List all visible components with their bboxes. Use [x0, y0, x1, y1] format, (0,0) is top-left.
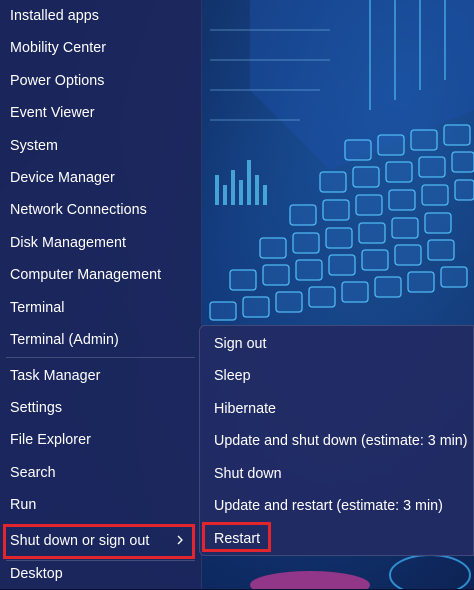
- menu-item-label: File Explorer: [10, 432, 91, 448]
- submenu-item-label: Update and shut down (estimate: 3 min): [214, 433, 468, 449]
- menu-item-terminal-admin[interactable]: Terminal (Admin): [0, 324, 201, 356]
- menu-item-installed-apps[interactable]: Installed apps: [0, 0, 201, 32]
- shut-down-highlight-box: [3, 524, 195, 559]
- menu-item-label: Installed apps: [10, 8, 99, 24]
- menu-item-label: Disk Management: [10, 235, 126, 251]
- menu-item-label: Search: [10, 465, 56, 481]
- menu-item-label: Desktop: [10, 566, 63, 582]
- submenu-item-shut-down[interactable]: Shut down: [200, 458, 474, 490]
- menu-item-settings[interactable]: Settings: [0, 392, 201, 424]
- menu-item-mobility-center[interactable]: Mobility Center: [0, 32, 201, 64]
- menu-item-power-options[interactable]: Power Options: [0, 65, 201, 97]
- menu-item-label: Computer Management: [10, 267, 162, 283]
- restart-highlight-box: [202, 522, 271, 552]
- submenu-item-hibernate[interactable]: Hibernate: [200, 393, 474, 425]
- submenu-item-label: Shut down: [214, 466, 282, 482]
- menu-item-terminal[interactable]: Terminal: [0, 292, 201, 324]
- menu-item-search[interactable]: Search: [0, 457, 201, 489]
- menu-item-label: Event Viewer: [10, 105, 95, 121]
- submenu-item-sign-out[interactable]: Sign out: [200, 328, 474, 360]
- menu-item-computer-management[interactable]: Computer Management: [0, 259, 201, 291]
- menu-item-label: Task Manager: [10, 368, 101, 384]
- submenu-item-label: Sign out: [214, 336, 267, 352]
- menu-item-desktop[interactable]: Desktop: [0, 558, 201, 590]
- menu-item-label: Mobility Center: [10, 40, 107, 56]
- submenu-item-label: Update and restart (estimate: 3 min): [214, 498, 443, 514]
- menu-item-label: Terminal (Admin): [10, 332, 119, 348]
- menu-item-task-manager[interactable]: Task Manager: [0, 360, 201, 392]
- submenu-item-label: Hibernate: [214, 401, 276, 417]
- menu-item-label: Network Connections: [10, 202, 147, 218]
- menu-item-system[interactable]: System: [0, 130, 201, 162]
- submenu-item-label: Sleep: [214, 368, 251, 384]
- menu-item-file-explorer[interactable]: File Explorer: [0, 424, 201, 456]
- menu-item-label: Power Options: [10, 73, 105, 89]
- menu-item-label: Run: [10, 497, 37, 513]
- submenu-item-update-and-shut-down[interactable]: Update and shut down (estimate: 3 min): [200, 425, 474, 457]
- menu-item-network-connections[interactable]: Network Connections: [0, 194, 201, 226]
- menu-item-run[interactable]: Run: [0, 489, 201, 521]
- menu-separator: [6, 357, 195, 358]
- submenu-item-update-and-restart[interactable]: Update and restart (estimate: 3 min): [200, 490, 474, 522]
- menu-item-label: Settings: [10, 400, 63, 416]
- submenu-item-sleep[interactable]: Sleep: [200, 360, 474, 392]
- menu-item-label: Device Manager: [10, 170, 115, 186]
- menu-item-event-viewer[interactable]: Event Viewer: [0, 97, 201, 129]
- winx-context-menu: Installed apps Mobility Center Power Opt…: [0, 0, 202, 589]
- menu-item-label: System: [10, 138, 58, 154]
- menu-item-label: Terminal: [10, 300, 65, 316]
- menu-item-device-manager[interactable]: Device Manager: [0, 162, 201, 194]
- menu-item-disk-management[interactable]: Disk Management: [0, 227, 201, 259]
